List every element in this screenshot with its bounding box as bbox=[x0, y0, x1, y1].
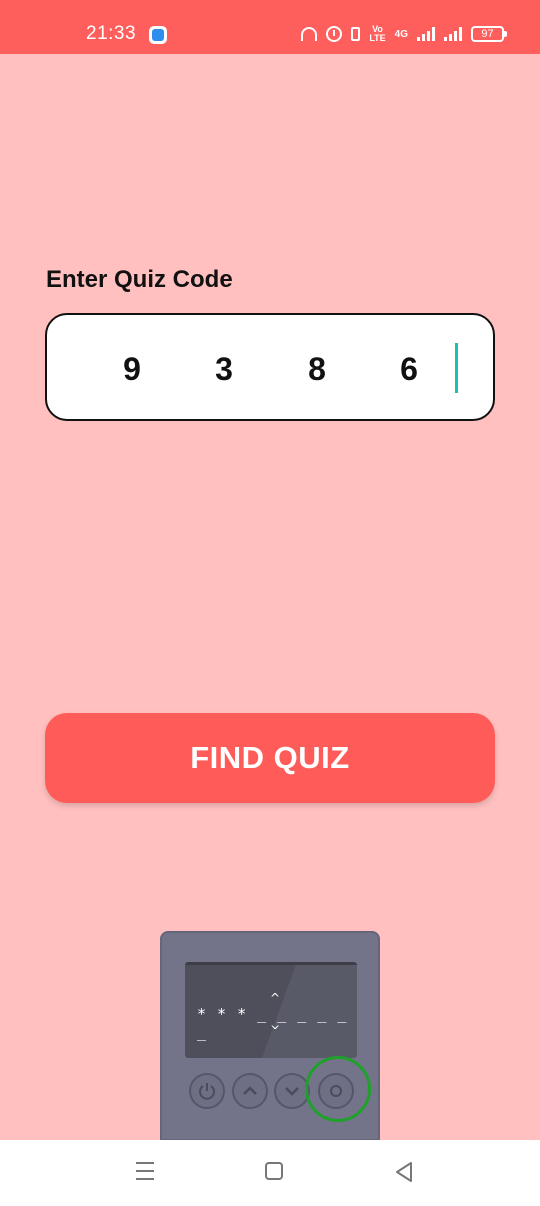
power-icon bbox=[199, 1083, 215, 1100]
menu-icon[interactable] bbox=[136, 1162, 154, 1186]
find-quiz-button[interactable]: FIND QUIZ bbox=[45, 713, 495, 803]
status-time: 21:33 bbox=[86, 23, 137, 44]
battery-icon: 97 bbox=[471, 26, 507, 42]
code-digit-3: 8 bbox=[308, 351, 326, 387]
vibrate-icon bbox=[351, 27, 361, 41]
device-up-button bbox=[232, 1073, 268, 1109]
chevron-down-icon bbox=[285, 1087, 299, 1096]
quiz-code-label: Enter Quiz Code bbox=[46, 266, 233, 293]
highlight-ring bbox=[305, 1056, 371, 1122]
back-icon[interactable] bbox=[394, 1161, 414, 1183]
caret-up-icon: ^ bbox=[270, 991, 281, 1005]
status-icons: Vo LTE 4G 97 bbox=[301, 22, 507, 46]
code-digit-1: 9 bbox=[123, 351, 141, 387]
headphone-icon bbox=[301, 27, 318, 41]
app-notification-icon bbox=[149, 26, 167, 44]
code-digit-4: 6 bbox=[400, 351, 418, 387]
text-cursor bbox=[455, 343, 458, 393]
signal-icon bbox=[417, 27, 435, 41]
alarm-icon bbox=[326, 26, 343, 42]
signal-icon-2 bbox=[444, 27, 462, 41]
volte-bottom: LTE bbox=[369, 33, 386, 43]
volte-indicator: Vo LTE bbox=[369, 25, 385, 43]
caret-down-icon: ^ bbox=[270, 1017, 281, 1031]
quiz-code-input[interactable]: 9 3 8 6 bbox=[45, 313, 495, 421]
code-digit-2: 3 bbox=[215, 351, 233, 387]
device-screen: ^ * * * _ _ _ _ _ _ ^ bbox=[185, 962, 357, 1058]
network-type: 4G bbox=[394, 28, 408, 40]
status-bar: 21:33 Vo LTE 4G 97 bbox=[0, 0, 540, 54]
device-illustration: ^ * * * _ _ _ _ _ _ ^ bbox=[160, 931, 380, 1141]
device-power-button bbox=[189, 1073, 225, 1109]
system-nav-bar bbox=[0, 1140, 540, 1206]
home-icon[interactable] bbox=[265, 1162, 283, 1180]
chevron-up-icon bbox=[243, 1086, 257, 1095]
